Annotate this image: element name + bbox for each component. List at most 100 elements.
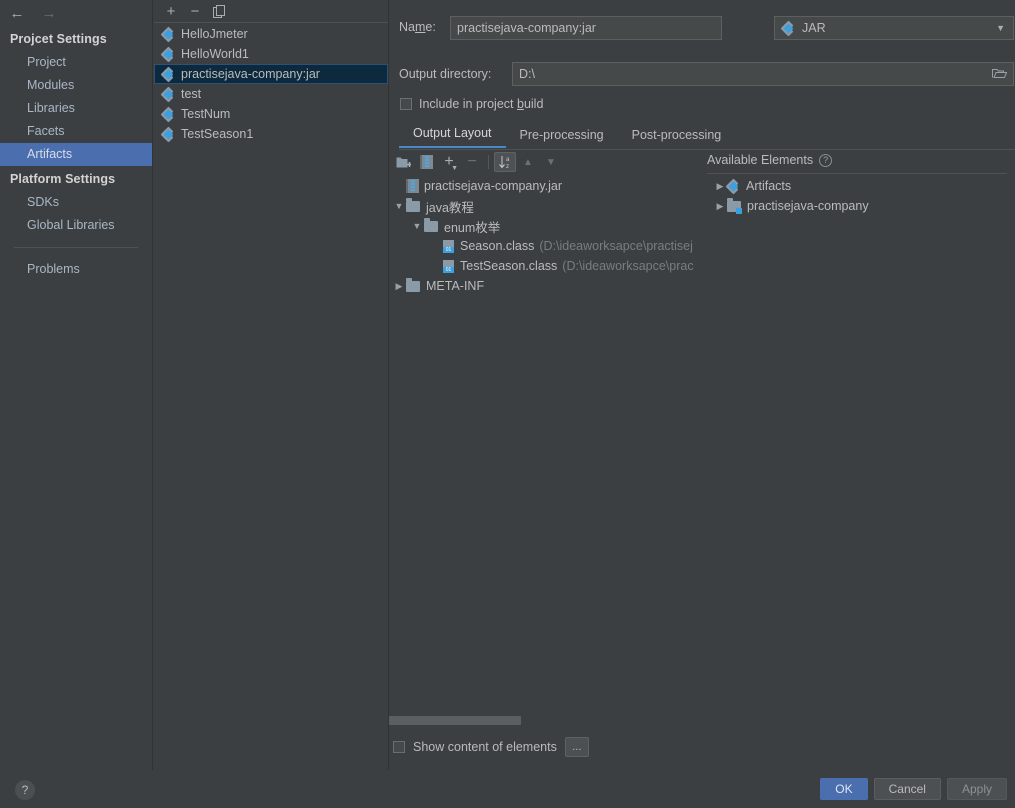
jar-icon bbox=[419, 155, 433, 169]
available-elements-underline bbox=[707, 173, 1007, 174]
tree-row[interactable]: ▶ META-INF bbox=[392, 276, 700, 296]
sidebar-item-problems[interactable]: Problems bbox=[0, 258, 152, 281]
class-icon: 01 bbox=[442, 259, 455, 273]
chevron-right-icon[interactable]: ▶ bbox=[392, 281, 406, 292]
artifact-icon bbox=[160, 26, 175, 42]
output-directory-value: D:\ bbox=[519, 67, 535, 81]
tree-row[interactable]: 01 Season.class (D:\ideaworksapce\practi… bbox=[392, 236, 700, 256]
type-select[interactable]: JAR ▼ bbox=[774, 16, 1014, 40]
settings-dialog: ← → Projcet Settings Project Modules Lib… bbox=[0, 0, 1015, 808]
output-layout-toolbar: + ▼ − a z ▲ ▼ bbox=[392, 152, 582, 172]
chevron-down-icon[interactable]: ▼ bbox=[410, 221, 424, 231]
move-down-button[interactable]: ▼ bbox=[540, 152, 562, 172]
jar-icon bbox=[406, 179, 419, 193]
cancel-button[interactable]: Cancel bbox=[873, 778, 941, 800]
question-circle-icon[interactable]: ? bbox=[819, 153, 833, 167]
sidebar-item-sdks[interactable]: SDKs bbox=[0, 191, 152, 214]
toolbar-divider bbox=[488, 155, 489, 169]
include-in-build-label: Include in project build bbox=[419, 97, 544, 111]
add-artifact-button[interactable]: + bbox=[160, 1, 182, 21]
chevron-down-icon: ▼ bbox=[996, 23, 1005, 33]
module-folder-icon bbox=[727, 197, 742, 214]
chevron-right-icon[interactable]: ▶ bbox=[713, 201, 727, 212]
tree-row[interactable]: ▶ practisejava-company.jar bbox=[392, 176, 700, 196]
output-directory-label: Output directory: bbox=[399, 67, 492, 81]
sidebar-divider bbox=[14, 247, 138, 248]
list-item-label: TestSeason1 bbox=[181, 127, 254, 141]
add-archive-button[interactable] bbox=[415, 152, 437, 172]
name-input[interactable] bbox=[450, 16, 722, 40]
sort-az-icon: a z bbox=[498, 156, 510, 169]
sidebar-item-facets[interactable]: Facets bbox=[0, 120, 152, 143]
tree-row-label: META-INF bbox=[426, 279, 485, 293]
tree-row[interactable]: 01 TestSeason.class (D:\ideaworksapce\pr… bbox=[392, 256, 700, 276]
type-select-value: JAR bbox=[802, 21, 826, 35]
tree-row-label: TestSeason.class bbox=[460, 259, 558, 273]
sidebar-group-title: Platform Settings bbox=[10, 172, 116, 186]
dialog-bottom-bar: ? OK Cancel Apply https://blog.csdn.net/… bbox=[0, 770, 1015, 808]
output-directory-input[interactable]: D:\ bbox=[512, 62, 1014, 86]
include-in-build-checkbox[interactable] bbox=[400, 98, 412, 110]
move-up-button[interactable]: ▲ bbox=[517, 152, 539, 172]
available-row[interactable]: ▶ Artifacts bbox=[707, 176, 1007, 196]
sort-alphabetically-button[interactable]: a z bbox=[494, 152, 516, 172]
tree-row-path: (D:\ideaworksapce\prac bbox=[562, 259, 694, 273]
remove-artifact-button[interactable]: − bbox=[184, 1, 206, 21]
tab-underline bbox=[399, 149, 1015, 150]
settings-sidebar: ← → Projcet Settings Project Modules Lib… bbox=[0, 0, 153, 770]
list-item[interactable]: test bbox=[154, 84, 388, 104]
tree-horizontal-scrollbar[interactable] bbox=[389, 716, 699, 725]
remove-element-button[interactable]: − bbox=[461, 152, 483, 172]
tree-row[interactable]: ▼ enum枚举 bbox=[392, 216, 700, 236]
artifact-icon bbox=[160, 126, 175, 142]
svg-text:z: z bbox=[506, 164, 509, 169]
list-item[interactable]: HelloWorld1 bbox=[154, 44, 388, 64]
tree-row-path: (D:\ideaworksapce\practisej bbox=[539, 239, 693, 253]
class-icon: 01 bbox=[442, 239, 455, 253]
available-row[interactable]: ▶ practisejava-company bbox=[707, 196, 1007, 216]
tab-output-layout[interactable]: Output Layout bbox=[399, 126, 506, 148]
sidebar-item-libraries[interactable]: Libraries bbox=[0, 97, 152, 120]
navigation-arrows: ← → bbox=[0, 0, 152, 26]
include-in-build-row[interactable]: Include in project build bbox=[400, 97, 543, 111]
artifact-icon bbox=[160, 46, 175, 62]
tree-arrow-spacer: ▶ bbox=[392, 181, 406, 192]
list-item-selected[interactable]: practisejava-company:jar bbox=[154, 64, 388, 84]
tree-row-label: enum枚举 bbox=[444, 220, 501, 235]
sidebar-item-global-libraries[interactable]: Global Libraries bbox=[0, 214, 152, 237]
add-directory-button[interactable] bbox=[392, 152, 414, 172]
arrow-left-icon[interactable]: ← bbox=[8, 4, 26, 22]
tree-row-label: practisejava-company.jar bbox=[424, 179, 563, 193]
tree-row-label: java教程 bbox=[426, 200, 474, 215]
tab-post-processing[interactable]: Post-processing bbox=[618, 128, 736, 148]
ok-button[interactable]: OK bbox=[820, 778, 868, 800]
tree-row[interactable]: ▼ java教程 bbox=[392, 196, 700, 216]
available-row-label: Artifacts bbox=[746, 179, 792, 193]
scrollbar-thumb[interactable] bbox=[389, 716, 521, 725]
show-content-row: Show content of elements ... bbox=[393, 737, 589, 757]
folder-open-icon[interactable] bbox=[992, 67, 1008, 82]
arrow-right-icon[interactable]: → bbox=[40, 4, 58, 22]
svg-text:a: a bbox=[506, 157, 510, 163]
sidebar-item-artifacts[interactable]: Artifacts bbox=[0, 143, 152, 166]
show-content-checkbox[interactable] bbox=[393, 741, 405, 753]
add-copy-button[interactable]: + ▼ bbox=[438, 152, 460, 172]
apply-button[interactable]: Apply bbox=[946, 778, 1007, 800]
sidebar-item-project[interactable]: Project bbox=[0, 51, 152, 74]
artifact-list-toolbar: + − bbox=[154, 0, 388, 22]
folder-icon bbox=[406, 197, 420, 212]
tab-pre-processing[interactable]: Pre-processing bbox=[506, 128, 618, 148]
list-item-label: HelloJmeter bbox=[181, 27, 248, 41]
sidebar-item-modules[interactable]: Modules bbox=[0, 74, 152, 97]
list-item[interactable]: HelloJmeter bbox=[154, 24, 388, 44]
copy-artifact-button[interactable] bbox=[208, 1, 230, 21]
chevron-down-icon[interactable]: ▼ bbox=[392, 201, 406, 211]
list-item[interactable]: TestSeason1 bbox=[154, 124, 388, 144]
copy-icon bbox=[212, 4, 225, 18]
help-button[interactable]: ? bbox=[15, 780, 35, 800]
list-item[interactable]: TestNum bbox=[154, 104, 388, 124]
available-elements-tree[interactable]: ▶ Artifacts ▶ practisejava-company bbox=[707, 176, 1007, 216]
artifact-icon bbox=[160, 106, 175, 122]
output-layout-tree[interactable]: ▶ practisejava-company.jar ▼ java教程 ▼ en… bbox=[392, 176, 700, 706]
more-options-button[interactable]: ... bbox=[564, 737, 589, 757]
